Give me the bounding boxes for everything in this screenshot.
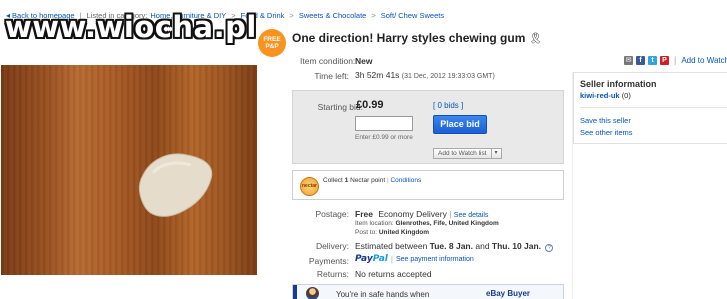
place-bid-button[interactable]: Place bid (433, 115, 487, 134)
item-photo[interactable] (1, 65, 257, 275)
bid-amount-input[interactable] (355, 116, 413, 131)
watermark-logo: www.wiocha.pl (5, 10, 257, 44)
banner-stripe (293, 285, 297, 299)
delivery-prefix: Estimated between (355, 241, 428, 251)
postage-free: Free (355, 209, 373, 219)
returns-label: Returns: (316, 269, 349, 279)
breadcrumb-separator: > (371, 10, 376, 20)
paypal-logo: PayPal (355, 254, 388, 264)
person-avatar-icon (306, 287, 319, 299)
nectar-conditions-link[interactable]: Conditions (390, 177, 421, 184)
add-to-watch-list-button[interactable]: Add to Watch list ▾ (433, 148, 502, 159)
postage-label: Postage: (315, 209, 349, 219)
item-location-value: Glenrothes, Fife, United Kingdom (395, 220, 499, 227)
time-left-value: 3h 52m 41s (31 Dec, 2012 19:33:03 GMT) (355, 70, 495, 80)
add-to-watch-link[interactable]: Add to Watch (681, 56, 727, 65)
nectar-collect: Collect (323, 177, 343, 184)
post-to: Post to: United Kingdom (355, 229, 429, 236)
bid-panel: Starting bid: £0.99 [ 0 bids ] Enter £0.… (292, 90, 564, 164)
payments-label: Payments: (308, 256, 349, 266)
post-to-label: Post to: (355, 229, 378, 236)
info-icon[interactable]: ? (545, 244, 554, 252)
delivery-and: and (475, 241, 490, 251)
condition-label: Item condition: (300, 56, 356, 66)
facebook-icon[interactable]: f (636, 55, 645, 65)
postage-value: Free Economy Delivery | See details (355, 209, 489, 219)
time-left-date: (31 Dec, 2012 19:33:03 GMT) (401, 73, 495, 80)
see-other-items-link[interactable]: See other items (580, 128, 633, 137)
item-title-text: One direction! Harry styles chewing gum (292, 31, 526, 45)
seller-divider (580, 107, 727, 108)
seller-info-panel: Seller information kiwi-red-uk (0) Save … (573, 72, 727, 144)
paypal-pay: Pay (355, 254, 373, 264)
item-location: Item location: Glenrothes, Fife, United … (355, 220, 499, 227)
seller-info-header: Seller information (580, 79, 657, 89)
share-separator: | (674, 55, 677, 65)
item-title: One direction! Harry styles chewing gum 🎗 (292, 31, 542, 45)
see-payment-info-link[interactable]: See payment information (396, 256, 474, 263)
time-left-countdown: 3h 52m 41s (355, 70, 400, 80)
delivery-label: Delivery: (315, 241, 349, 251)
share-bar: ✉ f t P | Add to Watch (624, 55, 727, 65)
buyer-protection-banner: You're in safe hands when eBay Buyer (292, 284, 564, 299)
save-seller-link[interactable]: Save this seller (580, 116, 631, 125)
bids-count-link[interactable]: [ 0 bids ] (433, 101, 463, 110)
delivery-value: Estimated between Tue. 8 Jan. and Thu. 1… (355, 241, 554, 252)
paypal-pal: Pal (372, 254, 388, 264)
returns-value: No returns accepted (355, 269, 432, 279)
condition-value: New (355, 56, 373, 66)
chewing-gum-image (138, 153, 213, 217)
mail-icon[interactable]: ✉ (624, 55, 633, 65)
starting-bid-price: £0.99 (356, 99, 384, 111)
nectar-points-label: Nectar point (350, 177, 386, 184)
safe-hands-text: You're in safe hands when (336, 290, 430, 299)
breadcrumb-item-sweets[interactable]: Sweets & Chocolate (299, 11, 367, 20)
seller-feedback: (0) (621, 91, 631, 100)
see-details-link[interactable]: See details (454, 212, 489, 219)
ebay-buyer-logo: eBay Buyer (486, 289, 531, 298)
nectar-text: Collect 1 Nectar point | Conditions (323, 177, 422, 184)
breadcrumb-item-soft-chew[interactable]: Soft/ Chew Sweets (381, 11, 444, 20)
nectar-points: 1 (344, 177, 349, 184)
post-to-value: United Kingdom (378, 229, 430, 236)
seller-name: kiwi-red-uk (0) (580, 91, 631, 100)
payments-value: PayPal | See payment information (355, 254, 474, 264)
badge-line1: FREE (263, 36, 281, 43)
delivery-to: Thu. 10 Jan. (491, 241, 542, 251)
pinterest-icon[interactable]: P (660, 55, 669, 65)
item-location-label: Item location: (355, 220, 394, 227)
free-postage-badge: FREE P&P (258, 29, 286, 57)
postage-service: Economy Delivery (378, 209, 447, 219)
starting-bid-label: Starting bid: (317, 102, 363, 112)
nectar-logo-icon: nectar (300, 177, 319, 196)
watch-list-label[interactable]: Add to Watch list (433, 148, 492, 159)
bid-hint: Enter £0.99 or more (355, 134, 413, 141)
chevron-down-icon[interactable]: ▾ (491, 148, 502, 159)
delivery-from: Tue. 8 Jan. (429, 241, 473, 251)
seller-name-link[interactable]: kiwi-red-uk (580, 91, 620, 100)
nectar-box: nectar Collect 1 Nectar point | Conditio… (292, 170, 564, 200)
time-left-label: Time left: (314, 71, 349, 81)
payments-separator: | (390, 254, 393, 264)
breadcrumb-separator: > (289, 10, 294, 20)
ribbon-icon: 🎗 (528, 33, 543, 45)
badge-line2: P&P (265, 43, 279, 50)
twitter-icon[interactable]: t (648, 55, 657, 65)
